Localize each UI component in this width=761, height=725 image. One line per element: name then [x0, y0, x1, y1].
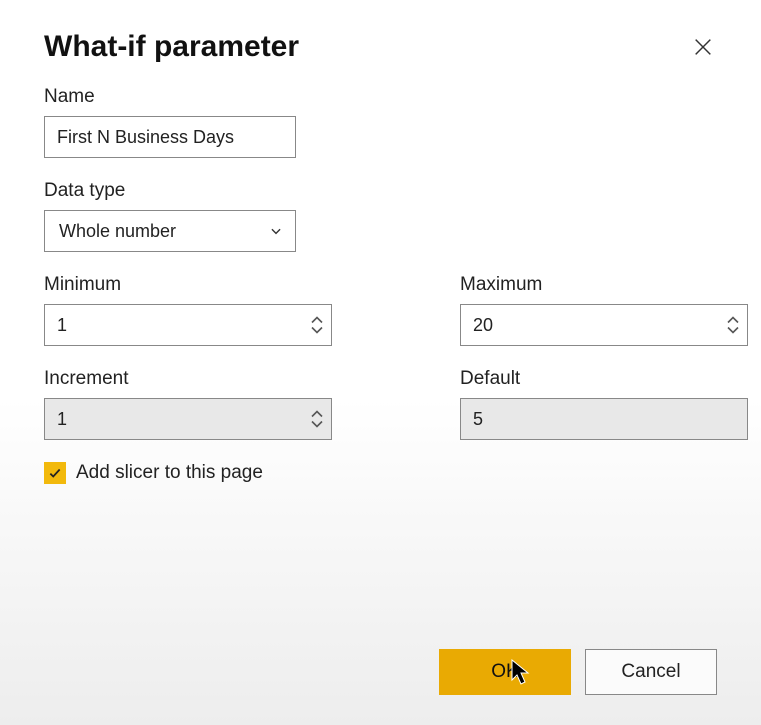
increment-input-wrap[interactable] [44, 398, 332, 440]
caret-up-icon [311, 410, 323, 419]
minimum-label: Minimum [44, 274, 332, 296]
increment-input[interactable] [57, 409, 311, 430]
cancel-button-label: Cancel [621, 661, 680, 683]
caret-down-icon [311, 419, 323, 428]
data-type-label: Data type [44, 180, 717, 202]
data-type-value: Whole number [59, 221, 176, 242]
dialog-title: What-if parameter [44, 30, 299, 64]
close-button[interactable] [689, 33, 717, 61]
minimum-stepper[interactable] [311, 316, 323, 334]
caret-up-icon [311, 316, 323, 325]
add-slicer-checkbox[interactable] [44, 462, 66, 484]
close-icon [692, 36, 714, 58]
ok-button-label: OK [491, 661, 518, 683]
ok-button[interactable]: OK [439, 649, 571, 695]
data-type-select[interactable]: Whole number [44, 210, 296, 252]
caret-down-icon [311, 325, 323, 334]
check-icon [48, 466, 62, 480]
chevron-down-icon [269, 224, 283, 238]
add-slicer-label: Add slicer to this page [76, 462, 263, 484]
default-input[interactable]: 5 [460, 398, 748, 440]
maximum-input-wrap[interactable] [460, 304, 748, 346]
cancel-button[interactable]: Cancel [585, 649, 717, 695]
minimum-input-wrap[interactable] [44, 304, 332, 346]
maximum-stepper[interactable] [727, 316, 739, 334]
name-input[interactable] [44, 116, 296, 158]
caret-up-icon [727, 316, 739, 325]
caret-down-icon [727, 325, 739, 334]
name-label: Name [44, 86, 717, 108]
increment-label: Increment [44, 368, 332, 390]
increment-stepper[interactable] [311, 410, 323, 428]
maximum-input[interactable] [473, 315, 727, 336]
default-value: 5 [473, 409, 483, 430]
maximum-label: Maximum [460, 274, 748, 296]
default-label: Default [460, 368, 748, 390]
minimum-input[interactable] [57, 315, 311, 336]
